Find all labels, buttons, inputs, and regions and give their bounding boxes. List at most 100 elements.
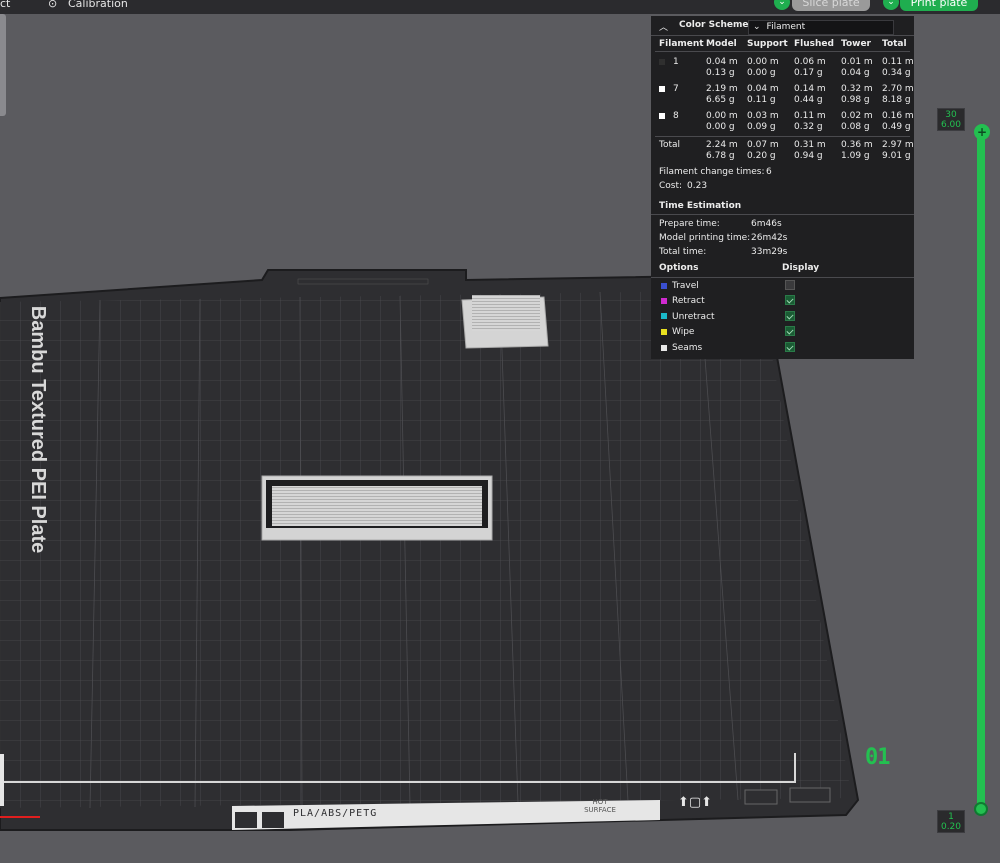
gcode-legend-panel: ︿ Color Scheme ⌄ Filament Filament Model … (651, 16, 914, 359)
header-total: Total (882, 39, 907, 49)
cell-support-weight: 0.09 g (747, 122, 776, 132)
print-plate-button[interactable]: Print plate (900, 0, 978, 11)
calibration-icon: ⊙ (48, 0, 58, 10)
prepare-time-label: Prepare time: (659, 219, 720, 229)
plate-name-label: Bambu Textured PEI Plate (27, 305, 50, 554)
bottom-layer-label: 1 0.20 (937, 810, 965, 833)
cell-total-weight: 0.49 g (882, 122, 911, 132)
cell-model-weight: 0.13 g (706, 68, 735, 78)
color-scheme-select[interactable]: ⌄ Filament (748, 20, 894, 35)
cell-model-length: 0.00 m (706, 111, 738, 121)
total-total-length: 2.97 m (882, 140, 914, 150)
cell-support-weight: 0.00 g (747, 68, 776, 78)
toolbar-fragment[interactable]: ct (0, 0, 10, 10)
total-row-label: Total (659, 140, 681, 150)
option-retract-label: Retract (672, 296, 705, 306)
option-travel-label: Travel (672, 281, 699, 291)
option-seams-label: Seams (672, 343, 703, 353)
top-layer-handle[interactable]: + (974, 124, 990, 140)
cell-support-weight: 0.11 g (747, 95, 776, 105)
wipe-color-swatch (661, 329, 667, 335)
cell-tower-length: 0.01 m (841, 57, 873, 67)
total-model-weight: 6.78 g (706, 151, 735, 161)
wipe-display-checkbox[interactable] (785, 326, 795, 336)
cell-flushed-length: 0.14 m (794, 84, 826, 94)
cell-total-weight: 0.34 g (882, 68, 911, 78)
cell-flushed-length: 0.11 m (794, 111, 826, 121)
cell-tower-length: 0.32 m (841, 84, 873, 94)
unretract-color-swatch (661, 313, 667, 319)
cell-flushed-length: 0.06 m (794, 57, 826, 67)
filament-swatch (659, 86, 665, 92)
cell-tower-weight: 0.04 g (841, 68, 870, 78)
recycle-icon: ⬆▢⬆ (678, 795, 713, 810)
travel-display-checkbox[interactable] (785, 280, 795, 290)
bottom-layer-number: 1 (948, 812, 954, 822)
filament-id: 1 (673, 57, 679, 67)
travel-color-swatch (661, 283, 667, 289)
total-tower-weight: 1.09 g (841, 151, 870, 161)
filament-change-value: 6 (766, 167, 772, 177)
total-support-length: 0.07 m (747, 140, 779, 150)
bottom-layer-handle[interactable] (974, 802, 988, 816)
header-model: Model (706, 39, 737, 49)
print-dropdown-icon[interactable]: ⌄ (883, 0, 899, 10)
cell-tower-weight: 0.98 g (841, 95, 870, 105)
total-flushed-weight: 0.94 g (794, 151, 823, 161)
slice-dropdown-icon[interactable]: ⌄ (774, 0, 790, 10)
layer-slider-track[interactable] (977, 131, 985, 809)
filament-id: 8 (673, 111, 679, 121)
cell-tower-length: 0.02 m (841, 111, 873, 121)
calibration-tab[interactable]: Calibration (68, 0, 128, 10)
total-time-label: Total time: (659, 247, 707, 257)
chevron-down-icon: ⌄ (753, 22, 761, 32)
header-tower: Tower (841, 39, 871, 49)
option-unretract-label: Unretract (672, 312, 715, 322)
total-model-length: 2.24 m (706, 140, 738, 150)
hot-surface-label: HOT SURFACE (584, 798, 616, 814)
cell-tower-weight: 0.08 g (841, 122, 870, 132)
cell-total-weight: 8.18 g (882, 95, 911, 105)
color-scheme-value: Filament (766, 22, 806, 32)
options-header: Options (659, 263, 699, 273)
cost-value: 0.23 (687, 181, 708, 191)
cell-support-length: 0.03 m (747, 111, 779, 121)
cell-model-length: 0.04 m (706, 57, 738, 67)
cell-model-weight: 0.00 g (706, 122, 735, 132)
retract-display-checkbox[interactable] (785, 295, 795, 305)
slice-plate-button[interactable]: Slice plate (792, 0, 870, 11)
option-wipe-label: Wipe (672, 327, 695, 337)
total-total-weight: 9.01 g (882, 151, 911, 161)
model-time-value: 26m42s (751, 233, 788, 243)
cell-flushed-weight: 0.44 g (794, 95, 823, 105)
filament-swatch (659, 113, 665, 119)
display-header: Display (782, 263, 820, 273)
total-tower-length: 0.36 m (841, 140, 873, 150)
top-layer-number: 30 (945, 110, 957, 120)
filament-change-label: Filament change times: (659, 167, 765, 177)
header-filament: Filament (659, 39, 704, 49)
filament-swatch (659, 59, 665, 65)
top-layer-height: 6.00 (940, 120, 962, 130)
plate-material-label: PLA/ABS/PETG (293, 808, 378, 819)
model-time-label: Model printing time: (659, 233, 751, 243)
cell-support-length: 0.04 m (747, 84, 779, 94)
cell-total-length: 0.16 m (882, 111, 914, 121)
plate-number-label: 01 (865, 745, 890, 770)
collapse-chevron-icon[interactable]: ︿ (659, 20, 668, 33)
total-support-weight: 0.20 g (747, 151, 776, 161)
seams-display-checkbox[interactable] (785, 342, 795, 352)
bottom-layer-height: 0.20 (940, 822, 962, 832)
cell-flushed-weight: 0.17 g (794, 68, 823, 78)
top-layer-label: 30 6.00 (937, 108, 965, 131)
header-support: Support (747, 39, 788, 49)
unretract-display-checkbox[interactable] (785, 311, 795, 321)
total-time-value: 33m29s (751, 247, 788, 257)
cost-label: Cost: (659, 181, 683, 191)
left-sidebar-collapse-handle[interactable] (0, 14, 6, 116)
cell-model-weight: 6.65 g (706, 95, 735, 105)
retract-color-swatch (661, 298, 667, 304)
filament-id: 7 (673, 84, 679, 94)
prepare-time-value: 6m46s (751, 219, 782, 229)
cell-flushed-weight: 0.32 g (794, 122, 823, 132)
